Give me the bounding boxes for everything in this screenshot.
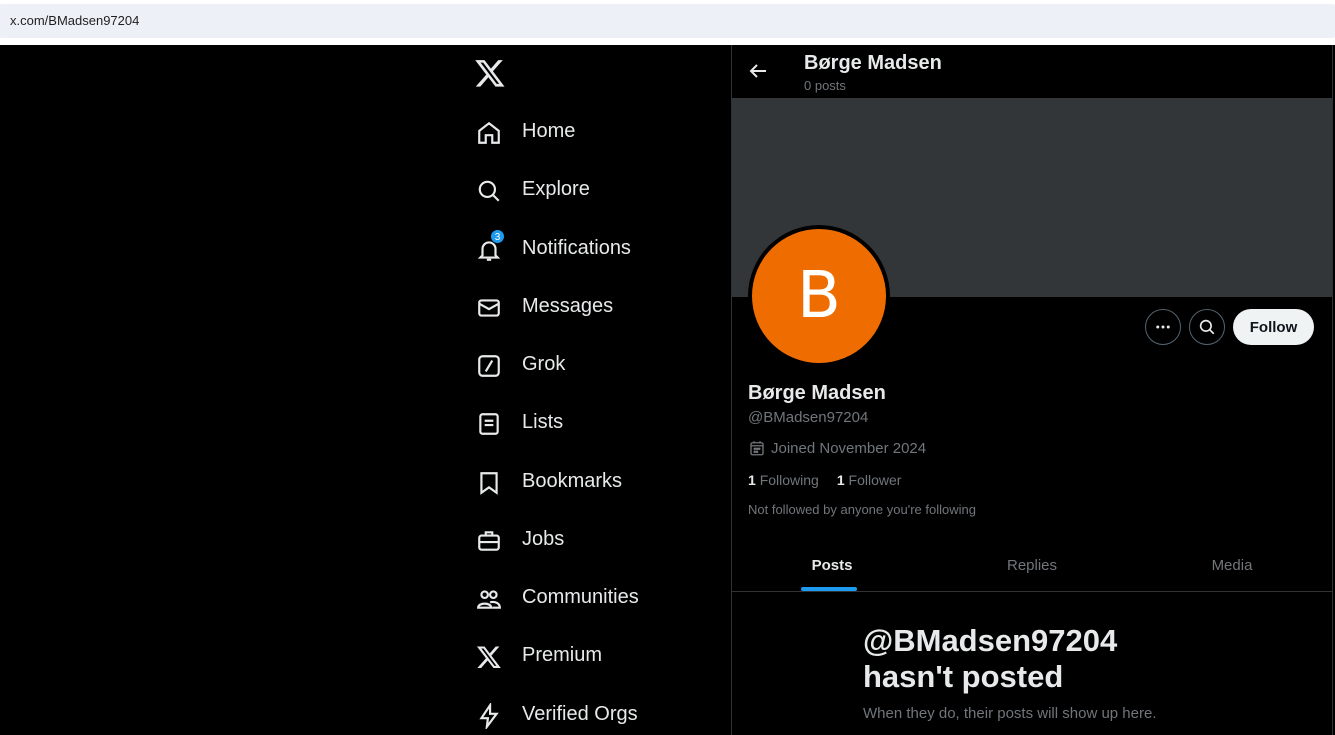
briefcase-icon <box>478 531 500 551</box>
profile-column: Børge Madsen 0 posts B Follow Børge Mads… <box>731 45 1333 735</box>
sidebar-item-label: Premium <box>522 644 603 666</box>
sidebar-item-label: Lists <box>522 411 564 433</box>
sidebar-item-verified-orgs[interactable]: Verified Orgs <box>462 691 722 735</box>
tab-posts[interactable]: Posts <box>732 541 932 591</box>
list-icon <box>479 413 499 435</box>
avatar[interactable]: B <box>752 229 886 363</box>
sidebar-item-messages[interactable]: Messages <box>462 283 722 331</box>
address-bar-url[interactable]: x.com/BMadsen97204 <box>10 13 139 28</box>
address-bar[interactable]: x.com/BMadsen97204 <box>0 4 1335 38</box>
sidebar-item-label: Explore <box>522 178 590 200</box>
joined-text: Joined November 2024 <box>771 439 927 457</box>
bookmark-icon <box>480 472 498 495</box>
sidebar-item-explore[interactable]: Explore <box>462 166 722 214</box>
sidebar-item-communities[interactable]: Communities <box>462 574 722 622</box>
followed-by-note: Not followed by anyone you're following <box>748 502 976 517</box>
follow-stats: 1 Following 1 Follower <box>748 472 919 488</box>
followers-link[interactable]: 1 Follower <box>837 472 902 488</box>
empty-state-subtitle: When they do, their posts will show up h… <box>863 705 1157 722</box>
sidebar-item-grok[interactable]: Grok <box>462 341 722 389</box>
sidebar-item-label: Bookmarks <box>522 470 623 492</box>
lightning-icon <box>479 703 499 729</box>
sidebar-item-label: Verified Orgs <box>522 703 638 725</box>
x-logo-icon <box>476 646 501 669</box>
active-tab-indicator <box>801 587 857 591</box>
sidebar-item-home[interactable]: Home <box>462 108 722 156</box>
profile-name: Børge Madsen <box>748 382 886 404</box>
follower-label: Follower <box>848 472 902 488</box>
search-profile-button[interactable] <box>1189 309 1225 345</box>
profile-handle: @BMadsen97204 <box>748 409 869 426</box>
notification-badge: 3 <box>490 229 505 244</box>
grok-icon <box>478 355 500 377</box>
sidebar-item-label: Grok <box>522 353 566 375</box>
more-options-button[interactable] <box>1145 309 1181 345</box>
sidebar-item-jobs[interactable]: Jobs <box>462 516 722 564</box>
profile-tabs: Posts Replies Media <box>732 541 1332 592</box>
sidebar-item-label: Jobs <box>522 528 565 550</box>
sidebar-item-label: Messages <box>522 295 614 317</box>
sidebar-item-label: Communities <box>522 586 639 608</box>
calendar-icon <box>750 441 764 456</box>
people-icon <box>477 590 501 609</box>
more-horizontal-icon <box>1156 325 1170 329</box>
sidebar-item-premium[interactable]: Premium <box>462 632 722 680</box>
following-count: 1 <box>748 472 756 488</box>
browser-chrome: x.com/BMadsen97204 <box>0 0 1335 45</box>
follower-count: 1 <box>836 472 845 488</box>
sidebar-item-bookmarks[interactable]: Bookmarks <box>462 458 722 506</box>
sidebar-item-label: Home <box>522 120 576 142</box>
back-arrow-icon[interactable] <box>746 59 770 83</box>
search-icon <box>1199 319 1215 335</box>
following-label: Following <box>759 472 819 488</box>
tab-media[interactable]: Media <box>1132 541 1332 591</box>
sidebar-item-label: Notifications <box>522 237 631 259</box>
profile-header-bar: Børge Madsen 0 posts <box>732 45 1332 98</box>
sidebar-nav: Home Explore 3 Notifications Messages Gr… <box>462 45 732 735</box>
x-logo-icon[interactable] <box>474 57 506 89</box>
envelope-icon <box>478 299 500 317</box>
joined-date: Joined November 2024 <box>748 439 926 457</box>
sidebar-item-lists[interactable]: Lists <box>462 399 722 447</box>
follow-button[interactable]: Follow <box>1233 309 1314 345</box>
header-profile-name: Børge Madsen <box>804 52 942 74</box>
home-icon <box>478 121 500 144</box>
header-post-count: 0 posts <box>804 78 846 93</box>
search-icon <box>478 180 500 202</box>
following-link[interactable]: 1 Following <box>748 472 819 488</box>
empty-state-title: @BMadsen97204 hasn't posted <box>863 623 1118 694</box>
tab-replies[interactable]: Replies <box>932 541 1132 591</box>
sidebar-item-notifications[interactable]: 3 Notifications <box>462 225 722 273</box>
